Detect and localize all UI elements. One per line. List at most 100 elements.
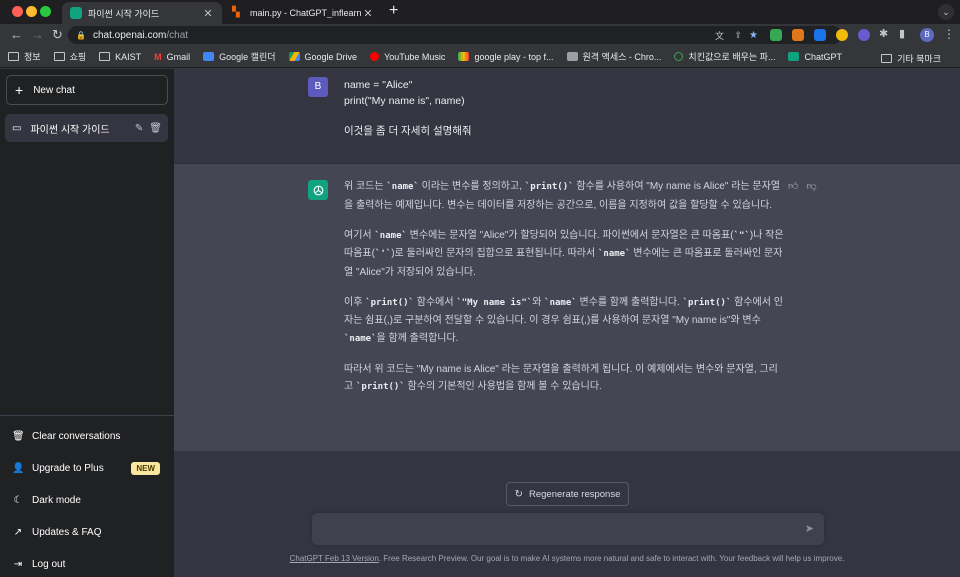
footer-disclaimer: ChatGPT Feb 13 Version. Free Research Pr… — [174, 554, 960, 563]
paragraph-text: 여기서 — [344, 229, 375, 241]
user-message-text: name = "Alice" print("My name is", name)… — [344, 77, 472, 139]
prompt-input[interactable] — [322, 521, 792, 537]
extension-icon[interactable] — [814, 29, 826, 41]
folder-icon — [8, 52, 19, 61]
inline-code: `name` — [344, 333, 377, 344]
version-link[interactable]: ChatGPT Feb 13 Version — [290, 554, 379, 563]
inline-code: `name` — [597, 249, 631, 259]
chat-main: B name = "Alice" print("My name is", nam… — [174, 69, 960, 577]
thumbs-up-icon[interactable]: 👍︎ — [788, 180, 798, 192]
sidebar: + New chat ▭ 파이썬 시작 가이드 ✎ 🗑 🗑 Clear conv… — [0, 69, 174, 577]
bookmark-label: Google Drive — [304, 51, 358, 62]
menu-label: Updates & FAQ — [32, 526, 102, 538]
updates-faq-link[interactable]: ↗ Updates & FAQ — [0, 516, 174, 548]
bookmark-label: KAIST — [115, 51, 142, 62]
menu-label: Upgrade to Plus — [32, 462, 104, 474]
bookmark-label: 기타 북마크 — [897, 54, 941, 64]
assistant-paragraph: 따라서 위 코드는 "My name is Alice" 라는 문자열을 출력하… — [344, 361, 786, 397]
bookmark-youtube-music[interactable]: YouTube Music — [370, 52, 445, 62]
extension-icon[interactable] — [770, 29, 782, 41]
paragraph-text: 변수를 함께 출력합니다. — [576, 296, 683, 308]
url-host: chat.openai.com — [92, 29, 167, 41]
forward-arrow-icon[interactable]: → — [31, 27, 44, 43]
conversation-item[interactable]: ▭ 파이썬 시작 가이드 ✎ 🗑 — [5, 114, 168, 142]
feedback-buttons: 👍︎ 👎︎ — [788, 180, 825, 192]
translate-icon[interactable]: 文 — [715, 29, 724, 42]
user-avatar: B — [308, 77, 328, 97]
assistant-paragraph: 위 코드는 `name` 이라는 변수를 정의하고, `print()` 함수를… — [344, 178, 786, 214]
dark-mode-toggle[interactable]: ☾ Dark mode — [0, 484, 174, 516]
bookmark-google-play[interactable]: google play - top f... — [458, 52, 554, 62]
close-tab-icon[interactable]: ✕ — [362, 7, 374, 20]
thumbs-down-icon[interactable]: 👎︎ — [806, 180, 816, 192]
remote-icon — [566, 52, 578, 61]
new-chat-button[interactable]: + New chat — [6, 75, 168, 105]
replit-favicon-icon: ▚ — [232, 7, 240, 18]
bookmark-label: Google 캘린더 — [219, 52, 276, 62]
send-icon[interactable]: ➤ — [805, 522, 814, 535]
bookmark-label: 원격 액세스 - Chro... — [582, 52, 662, 62]
share-icon[interactable]: ⇪ — [734, 30, 742, 41]
inline-code: `'` — [374, 249, 392, 259]
gmail-icon: M — [154, 52, 162, 62]
window-zoom-button[interactable] — [40, 6, 51, 17]
regenerate-response-button[interactable]: ↻ Regenerate response — [506, 482, 629, 506]
inline-code: `name` — [374, 230, 407, 241]
bookmark-label: 쇼핑 — [69, 52, 87, 62]
extension-icon[interactable] — [858, 29, 870, 41]
moon-icon: ☾ — [13, 494, 23, 506]
window-minimize-button[interactable] — [26, 6, 37, 17]
upgrade-to-plus-button[interactable]: 👤 Upgrade to Plus NEW — [0, 452, 174, 484]
log-out-button[interactable]: ⇥ Log out — [0, 548, 174, 577]
reload-icon[interactable]: ↻ — [52, 27, 63, 43]
menu-label: Clear conversations — [32, 430, 121, 442]
metamask-icon[interactable] — [792, 29, 804, 41]
sidepanel-icon[interactable]: ▮ — [899, 27, 905, 40]
inline-code: `print()` — [682, 297, 732, 308]
paragraph-text: 변수에는 문자열 "Alice"가 할당되어 있습니다. 파이썬에서 문자열은 … — [406, 229, 734, 241]
bookmark-gmail[interactable]: M Gmail — [154, 52, 190, 63]
user-icon: 👤 — [12, 462, 25, 474]
bookmark-chatgpt[interactable]: ChatGPT — [788, 52, 842, 62]
close-tab-icon[interactable]: ✕ — [202, 7, 214, 20]
tab-chatgpt[interactable]: 파이썬 시작 가이드 ✕ — [62, 2, 222, 24]
bookmark-folder-info[interactable]: 정보 — [8, 50, 41, 63]
extension-icon[interactable] — [836, 29, 848, 41]
paragraph-text: 이라는 변수를 정의하고, — [418, 181, 525, 192]
user-message: B name = "Alice" print("My name is", nam… — [174, 69, 960, 164]
bookmark-star-icon[interactable]: ★ — [749, 30, 758, 41]
clear-conversations-button[interactable]: 🗑 Clear conversations — [0, 420, 174, 452]
new-tab-button[interactable]: + — [389, 2, 398, 20]
inline-code: `print()` — [365, 297, 414, 308]
trash-icon[interactable]: 🗑 — [149, 123, 162, 134]
folder-icon — [881, 54, 893, 63]
edit-pencil-icon[interactable]: ✎ — [135, 123, 143, 134]
new-badge: NEW — [131, 462, 160, 475]
other-bookmarks[interactable]: 기타 북마크 — [881, 52, 941, 65]
profile-avatar[interactable]: B — [920, 28, 934, 42]
assistant-message-text: 위 코드는 `name` 이라는 변수를 정의하고, `print()` 함수를… — [344, 178, 786, 409]
new-chat-label: New chat — [33, 84, 75, 96]
bookmark-folder-kaist[interactable]: KAIST — [99, 52, 141, 62]
bookmark-calendar[interactable]: Google 캘린더 — [203, 50, 276, 63]
bookmark-remote-access[interactable]: 원격 액세스 - Chro... — [566, 50, 662, 63]
bookmark-drive[interactable]: Google Drive — [288, 51, 358, 62]
address-bar[interactable]: 🔒 chat.openai.com/chat 文 ⇪ ★ — [68, 26, 842, 44]
puzzle-icon[interactable]: ✱ — [879, 27, 888, 40]
menu-label: Dark mode — [32, 494, 81, 506]
browser-menu-icon[interactable]: ⋮ — [943, 27, 955, 41]
bookmark-folder-shopping[interactable]: 쇼핑 — [53, 50, 87, 63]
lock-icon: 🔒 — [76, 30, 86, 40]
user-code-line: print("My name is", name) — [344, 95, 465, 107]
bookmark-chicken-python[interactable]: 치킨값으로 배우는 파... — [674, 50, 775, 63]
paragraph-text: 함수에서 — [413, 296, 457, 308]
prompt-input-container: ➤ — [312, 513, 824, 545]
bookmark-label: ChatGPT — [804, 51, 842, 62]
window-close-button[interactable] — [12, 6, 23, 17]
external-link-icon: ↗ — [13, 526, 23, 538]
trash-icon: 🗑 — [12, 430, 25, 442]
paragraph-text: 위 코드는 — [344, 181, 387, 192]
tab-search-icon[interactable]: ⌄ — [938, 4, 954, 20]
bookmark-label: 치킨값으로 배우는 파... — [688, 52, 776, 62]
back-arrow-icon[interactable]: ← — [10, 27, 23, 43]
